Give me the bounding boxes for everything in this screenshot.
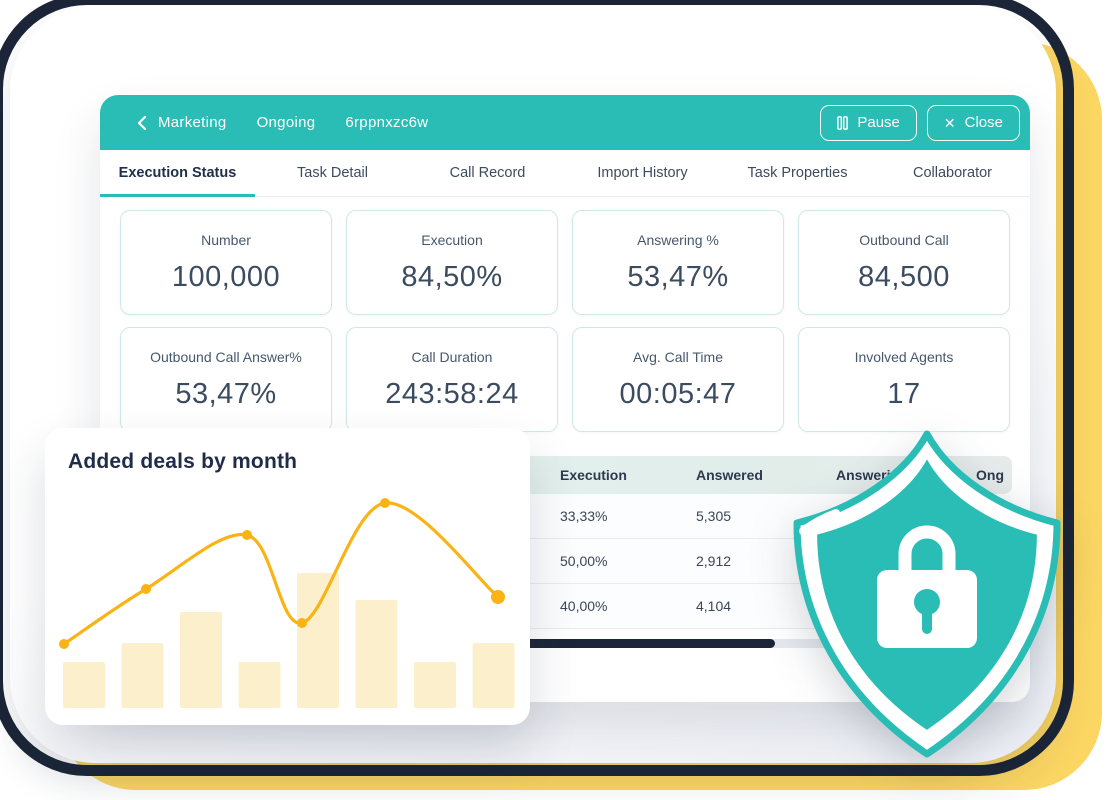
chart-data-point [380, 498, 390, 508]
shield-icon [788, 428, 1066, 762]
chevron-left-icon [136, 115, 148, 131]
deals-chart-svg [45, 428, 530, 725]
stat-card-avg-call-time: Avg. Call Time 00:05:47 [572, 327, 784, 432]
stat-card-involved-agents: Involved Agents 17 [798, 327, 1010, 432]
chart-bar [356, 600, 398, 708]
table-cell-execution: 33,33% [560, 508, 696, 524]
chart-bar [63, 662, 105, 708]
chart-trend-line [64, 503, 498, 644]
stat-value: 100,000 [121, 261, 331, 294]
chart-bar [180, 612, 222, 708]
breadcrumb-item-status: Ongoing [257, 114, 316, 131]
stat-value: 53,47% [573, 261, 783, 294]
stat-card-answering-pct: Answering % 53,47% [572, 210, 784, 315]
close-icon: ✕ [944, 116, 956, 130]
stat-card-number: Number 100,000 [120, 210, 332, 315]
stat-value: 53,47% [121, 378, 331, 411]
stat-label: Number [121, 232, 331, 248]
chart-data-point [242, 530, 252, 540]
tab-execution-status[interactable]: Execution Status [100, 150, 255, 196]
chart-bar [473, 643, 515, 708]
tab-task-detail[interactable]: Task Detail [255, 150, 410, 196]
security-shield-graphic [788, 428, 1066, 762]
chart-data-point [297, 618, 307, 628]
breadcrumb: Marketing Ongoing 6rppnxzc6w [136, 114, 428, 131]
stat-value: 00:05:47 [573, 378, 783, 411]
stat-label: Outbound Call [799, 232, 1009, 248]
table-header-execution: Execution [560, 467, 696, 483]
stat-card-outbound-answer-pct: Outbound Call Answer% 53,47% [120, 327, 332, 432]
breadcrumb-item-marketing[interactable]: Marketing [158, 114, 227, 131]
stat-value: 84,500 [799, 261, 1009, 294]
pause-button-label: Pause [857, 114, 900, 131]
stats-grid: Number 100,000 Execution 84,50% Answerin… [120, 210, 1010, 432]
tab-task-properties[interactable]: Task Properties [720, 150, 875, 196]
stat-label: Call Duration [347, 349, 557, 365]
tab-bar: Execution Status Task Detail Call Record… [100, 150, 1030, 197]
lock-keyhole-stem [922, 604, 932, 634]
tab-import-history[interactable]: Import History [565, 150, 720, 196]
chart-data-point [491, 590, 505, 604]
stat-label: Involved Agents [799, 349, 1009, 365]
pause-icon [837, 116, 848, 130]
stat-card-outbound-call: Outbound Call 84,500 [798, 210, 1010, 315]
stat-label: Avg. Call Time [573, 349, 783, 365]
breadcrumb-item-task-id: 6rppnxzc6w [345, 114, 428, 131]
stat-card-execution: Execution 84,50% [346, 210, 558, 315]
chart-bar [297, 573, 339, 708]
tab-collaborator[interactable]: Collaborator [875, 150, 1030, 196]
close-button[interactable]: ✕ Close [927, 105, 1020, 141]
header-actions: Pause ✕ Close [820, 105, 1022, 141]
stat-card-call-duration: Call Duration 243:58:24 [346, 327, 558, 432]
tab-call-record[interactable]: Call Record [410, 150, 565, 196]
chart-bar [122, 643, 164, 708]
table-cell-execution: 40,00% [560, 598, 696, 614]
task-header-bar: Marketing Ongoing 6rppnxzc6w Pause ✕ Clo… [100, 95, 1030, 150]
chart-data-point [141, 584, 151, 594]
breadcrumb-back[interactable]: Marketing [136, 114, 227, 131]
chart-bar [239, 662, 281, 708]
chart-data-point [59, 639, 69, 649]
table-cell-execution: 50,00% [560, 553, 696, 569]
stat-label: Outbound Call Answer% [121, 349, 331, 365]
chart-bar [414, 662, 456, 708]
stat-value: 243:58:24 [347, 378, 557, 411]
pause-button[interactable]: Pause [820, 105, 917, 141]
close-button-label: Close [965, 114, 1003, 131]
stat-value: 17 [799, 378, 1009, 411]
stat-label: Execution [347, 232, 557, 248]
stat-value: 84,50% [347, 261, 557, 294]
stat-label: Answering % [573, 232, 783, 248]
deals-chart-card: Added deals by month [45, 428, 530, 725]
